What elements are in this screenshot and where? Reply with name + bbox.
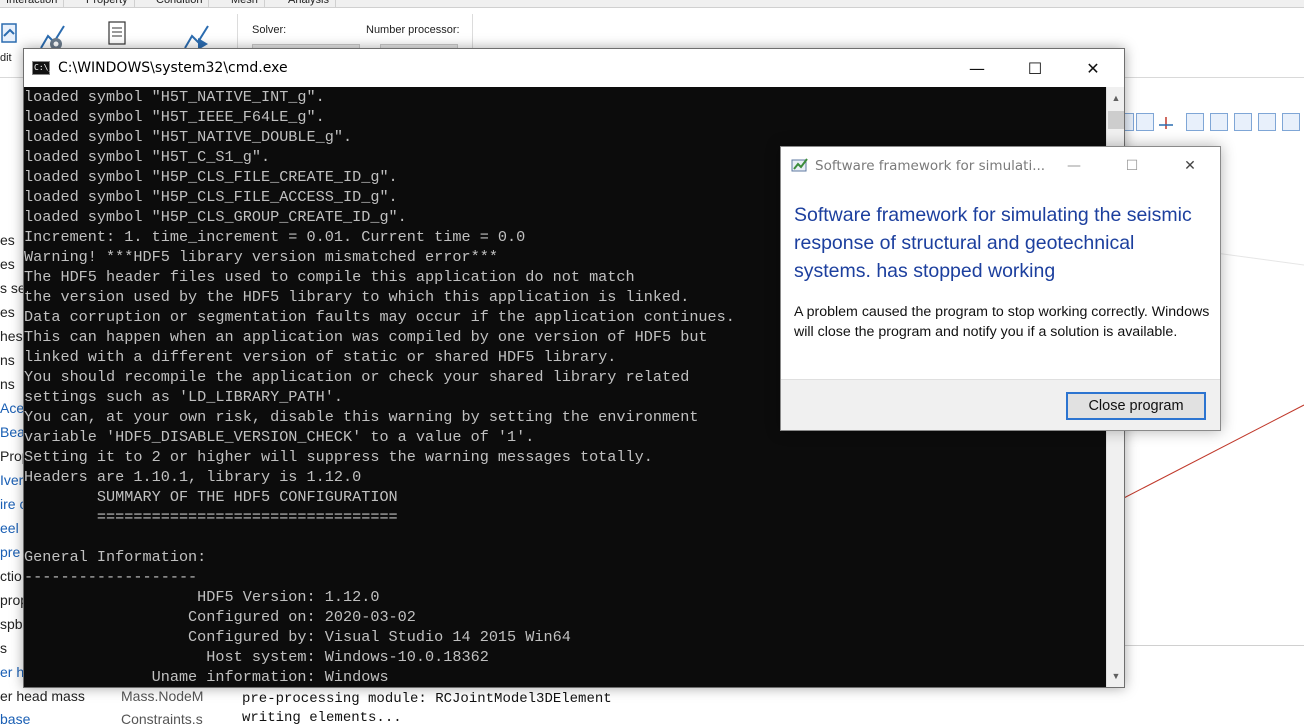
console-line: You can, at your own risk, disable this … — [24, 408, 699, 426]
error-dialog: Software framework for simulati... — ☐ ✕… — [780, 146, 1221, 431]
console-line: loaded symbol "H5T_C_S1_g". — [24, 148, 271, 166]
view-button[interactable] — [1186, 113, 1204, 131]
console-line: Warning! ***HDF5 library version mismatc… — [24, 248, 498, 266]
view-button[interactable] — [1258, 113, 1276, 131]
tree-item[interactable]: eel — [0, 520, 19, 536]
tree-item[interactable]: hes — [0, 328, 23, 344]
tab-mesh[interactable]: Mesh — [225, 0, 265, 8]
console-line: Uname information: Windows — [24, 668, 389, 686]
dialog-close-button[interactable]: ✕ — [1163, 151, 1217, 181]
cmd-titlebar[interactable]: C:\_ C:\WINDOWS\system32\cmd.exe — ☐ ✕ — [24, 49, 1124, 87]
console-line: The HDF5 header files used to compile th… — [24, 268, 635, 286]
maximize-button[interactable]: ☐ — [1006, 49, 1064, 87]
console-line: ================================= — [24, 508, 398, 526]
tab-property[interactable]: Property — [80, 0, 135, 8]
console-line: Setting it to 2 or higher will suppress … — [24, 448, 653, 466]
dialog-heading: Software framework for simulating the se… — [794, 204, 1192, 282]
desktop-screen: Interaction Property Condition Mesh Anal… — [0, 0, 1304, 725]
console-line: loaded symbol "H5P_CLS_FILE_CREATE_ID_g"… — [24, 168, 398, 186]
console-line: the version used by the HDF5 library to … — [24, 288, 690, 306]
output-line: pre-processing module: RCJointModel3DEle… — [242, 691, 612, 707]
application-icon — [791, 158, 808, 172]
console-line: HDF5 Version: 1.12.0 — [24, 588, 380, 606]
scroll-up-icon[interactable]: ▲ — [1107, 89, 1125, 107]
edit-label: dit — [0, 52, 12, 64]
console-line: settings such as 'LD_LIBRARY_PATH'. — [24, 388, 343, 406]
view-button[interactable] — [1234, 113, 1252, 131]
console-line: loaded symbol "H5P_CLS_FILE_ACCESS_ID_g"… — [24, 188, 398, 206]
close-button[interactable]: ✕ — [1064, 49, 1122, 87]
console-line: Data corruption or segmentation faults m… — [24, 308, 735, 326]
view-button[interactable] — [1210, 113, 1228, 131]
console-line: Host system: Windows-10.0.18362 — [24, 648, 489, 666]
tree-item[interactable]: es — [0, 256, 15, 272]
console-line: Configured by: Visual Studio 14 2015 Win… — [24, 628, 571, 646]
number-processor-label: Number processor: — [366, 24, 460, 36]
edit-icon[interactable] — [0, 20, 30, 50]
scroll-thumb[interactable] — [1108, 111, 1124, 129]
solver-label: Solver: — [252, 24, 287, 36]
console-line: variable 'HDF5_DISABLE_VERSION_CHECK' to… — [24, 428, 535, 446]
console-line: linked with a different version of stati… — [24, 348, 617, 366]
tree-item[interactable]: es — [0, 232, 15, 248]
console-line: ------------------- — [24, 568, 198, 586]
console-line: loaded symbol "H5T_NATIVE_INT_g". — [24, 88, 325, 106]
dialog-minimize-button[interactable]: — — [1047, 151, 1101, 181]
view-button[interactable] — [1282, 113, 1300, 131]
axis-icon[interactable] — [1156, 113, 1176, 133]
tree-item[interactable]: ns — [0, 352, 15, 368]
tab-condition[interactable]: Condition — [150, 0, 210, 8]
tree-item[interactable]: ns — [0, 376, 15, 392]
console-line: This can happen when an application was … — [24, 328, 708, 346]
tree-item[interactable]: ctio — [0, 568, 22, 584]
tab-analysis[interactable]: Analysis — [282, 0, 336, 8]
console-line: loaded symbol "H5P_CLS_GROUP_CREATE_ID_g… — [24, 208, 407, 226]
console-line: General Information: — [24, 548, 207, 566]
tree-item-type[interactable]: Mass.NodeM — [121, 688, 203, 704]
console-line: loaded symbol "H5T_NATIVE_DOUBLE_g". — [24, 128, 353, 146]
tree-item-type[interactable]: Constraints.s — [121, 711, 203, 725]
console-line: Headers are 1.10.1, library is 1.12.0 — [24, 468, 362, 486]
tab-interaction[interactable]: Interaction — [0, 0, 65, 8]
view-button[interactable] — [1136, 113, 1154, 131]
console-line: Increment: 1. time_increment = 0.01. Cur… — [24, 228, 526, 246]
tree-item[interactable]: es — [0, 304, 15, 320]
console-line: loaded symbol "H5T_IEEE_F64LE_g". — [24, 108, 325, 126]
dialog-footer: Close program — [781, 379, 1220, 430]
tree-item[interactable]: base — [0, 711, 30, 725]
minimize-button[interactable]: — — [948, 49, 1006, 87]
tree-item[interactable]: s — [0, 640, 7, 656]
tree-item[interactable]: spb — [0, 616, 23, 632]
console-line: You should recompile the application or … — [24, 368, 690, 386]
ribbon-tab-strip: Interaction Property Condition Mesh Anal… — [0, 0, 1304, 8]
cmd-title: C:\WINDOWS\system32\cmd.exe — [58, 60, 288, 76]
document-icon[interactable] — [104, 20, 134, 50]
dialog-maximize-button: ☐ — [1125, 158, 1139, 174]
tree-item[interactable]: er head mass — [0, 688, 85, 704]
console-line: SUMMARY OF THE HDF5 CONFIGURATION — [24, 488, 398, 506]
close-program-button[interactable]: Close program — [1066, 392, 1206, 420]
tree-item[interactable]: Iver — [0, 472, 23, 488]
dialog-message: A problem caused the program to stop wor… — [794, 304, 1210, 340]
tree-item[interactable]: pre — [0, 544, 20, 560]
cmd-icon: C:\_ — [32, 61, 53, 75]
output-line: writing elements... — [242, 710, 402, 725]
dialog-title: Software framework for simulati... — [815, 158, 1046, 174]
console-line: Configured on: 2020-03-02 — [24, 608, 416, 626]
scroll-down-icon[interactable]: ▼ — [1107, 667, 1125, 685]
